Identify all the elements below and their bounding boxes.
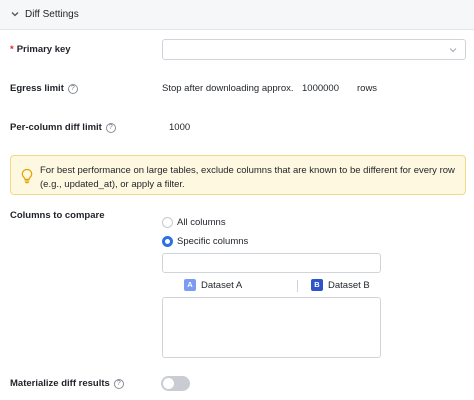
egress-limit-label: Egress limit ?: [10, 83, 78, 94]
specific-columns-radio[interactable]: [162, 236, 173, 247]
help-icon[interactable]: ?: [113, 378, 124, 389]
required-marker: *: [10, 44, 14, 55]
lightbulb-icon: [21, 168, 33, 184]
egress-limit-prefix: Stop after downloading approx.: [162, 83, 294, 94]
all-columns-label[interactable]: All columns: [177, 217, 226, 228]
dataset-b-badge: B: [311, 279, 323, 291]
section-title: Diff Settings: [25, 9, 79, 20]
column-mapping-box[interactable]: [162, 297, 381, 358]
dataset-a-badge: A: [184, 279, 196, 291]
toggle-knob: [163, 378, 174, 389]
help-icon[interactable]: ?: [67, 83, 78, 94]
performance-tip-alert: For best performance on large tables, ex…: [10, 155, 466, 195]
materialize-toggle[interactable]: [161, 376, 190, 391]
per-column-limit-input[interactable]: 1000: [169, 122, 190, 133]
columns-search-input[interactable]: [162, 253, 381, 273]
specific-columns-label[interactable]: Specific columns: [177, 236, 248, 247]
egress-limit-input[interactable]: 1000000: [302, 83, 339, 94]
egress-limit-suffix: rows: [357, 83, 378, 94]
diff-settings-header[interactable]: Diff Settings: [0, 0, 474, 30]
chevron-down-icon: [11, 12, 19, 17]
help-icon[interactable]: ?: [105, 122, 116, 133]
alert-text: For best performance on large tables, ex…: [40, 165, 455, 190]
per-column-limit-label: Per-column diff limit ?: [10, 122, 116, 133]
columns-to-compare-label: Columns to compare: [10, 210, 105, 221]
chevron-down-icon: [449, 48, 457, 53]
dataset-divider: [297, 280, 298, 292]
primary-key-label: * Primary key: [10, 44, 71, 55]
all-columns-radio[interactable]: [162, 217, 173, 228]
dataset-b-label: Dataset B: [328, 280, 370, 291]
primary-key-select[interactable]: [162, 39, 466, 60]
dataset-a-label: Dataset A: [201, 280, 243, 291]
materialize-label: Materialize diff results ?: [10, 378, 124, 389]
